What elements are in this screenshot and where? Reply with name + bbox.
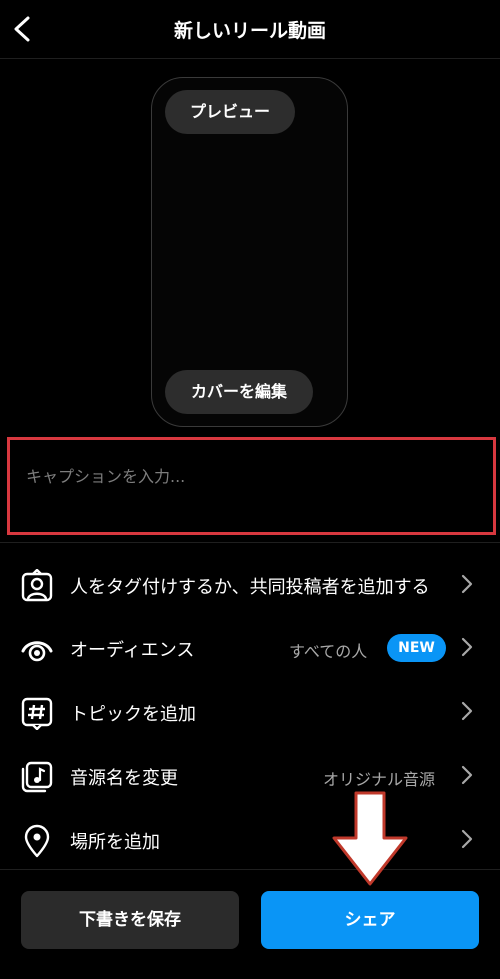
share-button[interactable]: シェア (261, 891, 479, 949)
divider (0, 58, 500, 59)
chevron-right-icon (461, 637, 473, 657)
menu-item-rename-audio[interactable]: 音源名を変更 オリジナル音源 (0, 744, 500, 806)
top-bar: 新しいリール動画 (0, 0, 500, 58)
menu-item-add-location[interactable]: 場所を追加 (0, 808, 500, 870)
location-pin-icon (24, 824, 50, 858)
menu-item-tag-people[interactable]: 人をタグ付けするか、共同投稿者を追加する (0, 553, 500, 615)
person-tag-icon (21, 569, 53, 602)
menu-item-label: オーディエンス (70, 640, 195, 661)
chevron-right-icon (461, 765, 473, 785)
new-badge: NEW (387, 634, 446, 662)
page-title: 新しいリール動画 (173, 20, 326, 42)
preview-button[interactable]: プレビュー (165, 90, 295, 134)
divider (0, 869, 500, 870)
menu-item-add-topic[interactable]: トピックを追加 (0, 680, 500, 742)
chevron-right-icon (461, 574, 473, 594)
divider (0, 542, 500, 543)
menu-item-audience[interactable]: オーディエンス すべての人 NEW (0, 616, 500, 678)
chevron-right-icon (461, 701, 473, 721)
chevron-right-icon (461, 829, 473, 849)
caption-input[interactable] (24, 466, 468, 487)
audience-icon (21, 641, 53, 662)
video-preview-card[interactable]: プレビュー カバーを編集 (151, 77, 348, 427)
annotation-down-arrow-icon (332, 791, 408, 886)
audio-name-value: オリジナル音源 (323, 770, 436, 789)
caption-highlight-box (7, 437, 496, 535)
edit-cover-button[interactable]: カバーを編集 (165, 370, 313, 414)
menu-item-label: トピックを追加 (70, 704, 196, 725)
menu-item-label: 場所を追加 (70, 832, 160, 853)
audience-value: すべての人 (289, 642, 368, 661)
music-note-icon (21, 761, 53, 793)
save-draft-button[interactable]: 下書きを保存 (21, 891, 239, 949)
menu-item-label: 音源名を変更 (70, 768, 178, 789)
hashtag-icon (21, 697, 53, 730)
menu-item-label: 人をタグ付けするか、共同投稿者を追加する (70, 577, 430, 598)
